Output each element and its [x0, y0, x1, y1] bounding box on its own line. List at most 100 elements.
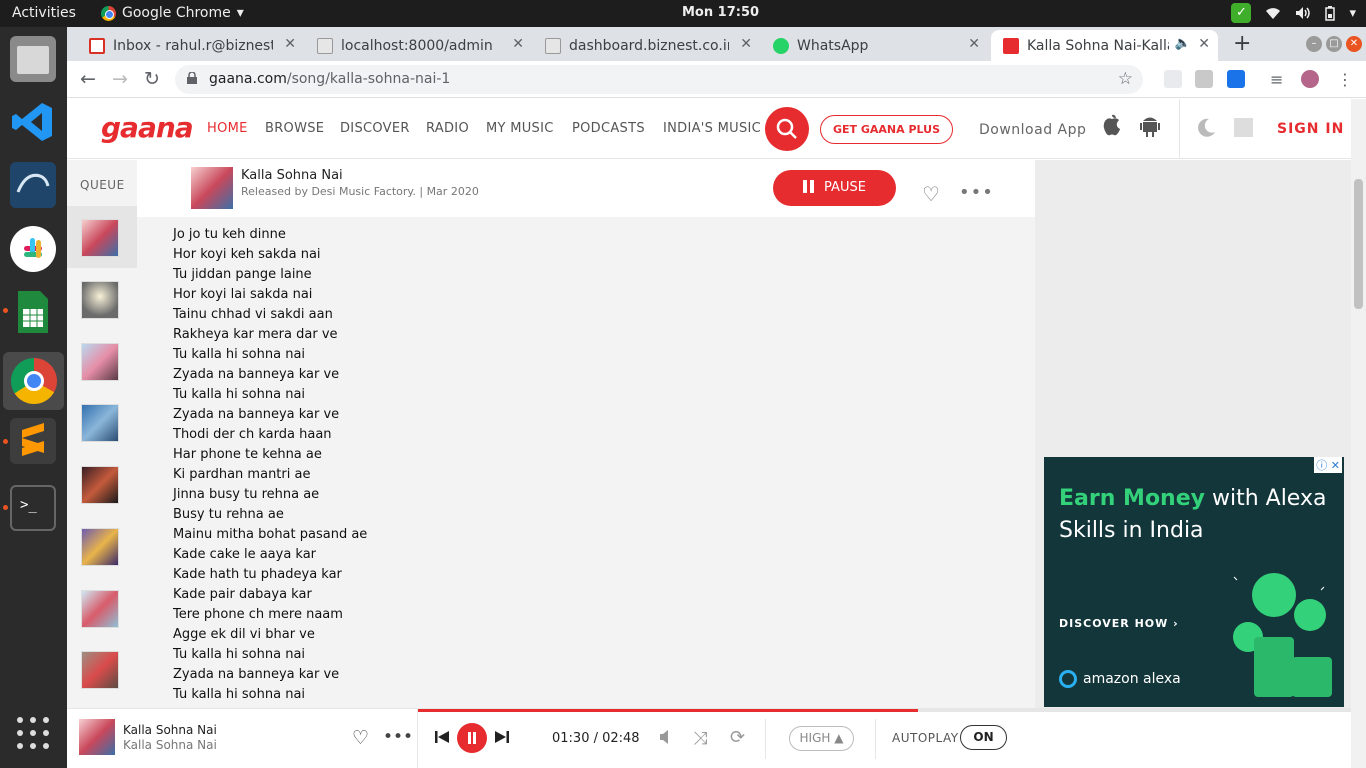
song-title[interactable]: Kalla Sohna Nai: [241, 168, 343, 183]
heart-icon[interactable]: ♡: [352, 727, 369, 749]
browser-toolbar: ← → ↻ gaana.com/song/kalla-sohna-nai-1 ☆…: [67, 61, 1366, 98]
close-icon[interactable]: ✕: [968, 36, 980, 52]
get-gaana-plus-button[interactable]: GET GAANA PLUS: [820, 115, 953, 144]
clock[interactable]: Mon 17:50: [682, 5, 759, 20]
quality-selector[interactable]: HIGH ▲: [789, 726, 854, 751]
lock-icon[interactable]: [187, 72, 197, 84]
system-menu-chevron-icon[interactable]: ▾: [1349, 6, 1356, 21]
gaana-logo[interactable]: gaana: [101, 111, 194, 144]
chrome-menu-icon[interactable]: ⋮: [1337, 70, 1355, 89]
queue-thumbnail[interactable]: [81, 651, 119, 689]
ad-info-icon[interactable]: ⓘ ✕: [1314, 457, 1342, 473]
dark-mode-icon[interactable]: [1195, 117, 1217, 139]
address-bar[interactable]: gaana.com/song/kalla-sohna-nai-1 ☆: [175, 65, 1143, 94]
volume-icon[interactable]: [1295, 6, 1311, 20]
sublime-text-app-icon[interactable]: [10, 418, 56, 464]
slack-app-icon[interactable]: [10, 226, 56, 272]
minimize-button[interactable]: –: [1306, 36, 1322, 52]
tab-dashboard[interactable]: dashboard.biznest.co.in ✕: [533, 30, 760, 61]
mysql-workbench-app-icon[interactable]: [10, 162, 56, 208]
tab-gaana[interactable]: Kalla Sohna Nai-Kalla Sohna Nai 🔈 ✕: [991, 30, 1218, 61]
close-icon[interactable]: ✕: [284, 36, 296, 52]
nav-browse[interactable]: BROWSE: [265, 121, 324, 136]
next-track-icon[interactable]: [495, 730, 509, 744]
tab-localhost-admin[interactable]: localhost:8000/admin ✕: [305, 30, 532, 61]
lyric-line: Tu kalla hi sohna nai: [173, 347, 306, 362]
pause-button[interactable]: PAUSE: [773, 170, 896, 206]
close-window-button[interactable]: ✕: [1346, 36, 1362, 52]
extension-layers-icon[interactable]: [1195, 70, 1213, 88]
url-host: gaana.com: [209, 71, 287, 87]
queue-thumbnail[interactable]: [81, 404, 119, 442]
vscode-app-icon[interactable]: [10, 99, 56, 145]
player-track-title[interactable]: Kalla Sohna Nai: [123, 723, 217, 737]
previous-track-icon[interactable]: [435, 730, 449, 744]
heart-icon[interactable]: ♡: [922, 182, 940, 206]
queue-thumbnail[interactable]: [81, 343, 119, 381]
lyric-line: Thodi der ch karda haan: [173, 427, 332, 442]
files-app-icon[interactable]: [10, 36, 56, 82]
nav-home[interactable]: HOME: [207, 121, 248, 136]
search-button[interactable]: [765, 107, 809, 151]
tab-gmail[interactable]: Inbox - rahul.r@biznest.co.in ✕: [77, 30, 304, 61]
terminal-app-icon[interactable]: >_: [10, 485, 56, 531]
repeat-icon[interactable]: ⟳: [730, 727, 745, 748]
chrome-app-icon[interactable]: [3, 352, 64, 410]
close-icon[interactable]: ✕: [1198, 36, 1210, 52]
lyric-line: Kade hath tu phadeya kar: [173, 567, 342, 582]
update-check-icon[interactable]: ✓: [1231, 3, 1252, 23]
back-button[interactable]: ←: [80, 68, 96, 90]
forward-button[interactable]: →: [112, 68, 128, 90]
shuffle-icon[interactable]: ⤨: [693, 728, 707, 749]
close-icon[interactable]: ✕: [740, 36, 752, 52]
battery-icon[interactable]: [1325, 5, 1336, 21]
whatsapp-icon: [773, 37, 789, 54]
queue-thumbnail[interactable]: [81, 590, 119, 628]
android-icon[interactable]: [1140, 114, 1160, 138]
bookmark-star-icon[interactable]: ☆: [1118, 69, 1133, 89]
new-tab-button[interactable]: +: [1233, 31, 1251, 56]
advertisement-banner[interactable]: ⓘ ✕ Earn Money with Alexa Skills in Indi…: [1044, 457, 1344, 707]
queue-thumbnail[interactable]: [81, 528, 119, 566]
nav-discover[interactable]: DISCOVER: [340, 121, 410, 136]
tab-whatsapp[interactable]: WhatsApp ✕: [761, 30, 988, 61]
close-icon[interactable]: ✕: [512, 36, 524, 52]
media-controls-icon[interactable]: ≡: [1270, 70, 1288, 89]
app-menu[interactable]: Google Chrome ▾: [101, 5, 244, 21]
page-scrollbar[interactable]: [1351, 99, 1366, 768]
maximize-button[interactable]: □: [1326, 36, 1342, 52]
player-track-subtitle[interactable]: Kalla Sohna Nai: [123, 738, 217, 752]
nav-indias-music[interactable]: INDIA'S MUSIC: [663, 121, 761, 136]
running-indicator: [3, 308, 8, 313]
reload-button[interactable]: ↻: [144, 68, 160, 90]
speaker-icon[interactable]: 🔈: [1175, 36, 1191, 51]
volume-icon[interactable]: [659, 729, 675, 745]
nav-podcasts[interactable]: PODCASTS: [572, 121, 645, 136]
lyric-line: Tainu chhad vi sakdi aan: [173, 307, 333, 322]
nav-radio[interactable]: RADIO: [426, 121, 469, 136]
language-icon[interactable]: [1234, 118, 1253, 137]
progress-bar[interactable]: [417, 709, 1351, 712]
queue-thumbnail[interactable]: [81, 219, 119, 257]
wifi-icon[interactable]: [1265, 6, 1281, 20]
lyric-line: Tere phone ch mere naam: [173, 607, 343, 622]
more-options-icon[interactable]: •••: [959, 182, 994, 203]
system-tray[interactable]: ✓ ▾: [1231, 3, 1356, 23]
queue-thumbnail[interactable]: [81, 466, 119, 504]
profile-avatar[interactable]: [1301, 70, 1319, 88]
scrollbar-thumb[interactable]: [1354, 179, 1363, 309]
queue-thumbnail[interactable]: [81, 281, 119, 319]
sign-in-link[interactable]: SIGN IN: [1277, 121, 1344, 137]
play-pause-button[interactable]: [457, 723, 487, 753]
discover-how-link[interactable]: DISCOVER HOW ›: [1059, 617, 1179, 630]
activities-button[interactable]: Activities: [12, 5, 76, 21]
more-options-icon[interactable]: •••: [383, 727, 413, 747]
queue-title[interactable]: QUEUE: [80, 178, 125, 192]
extension-s-icon[interactable]: [1227, 70, 1245, 88]
libreoffice-calc-app-icon[interactable]: [10, 289, 56, 335]
extension-pen-icon[interactable]: [1164, 70, 1182, 88]
apple-icon[interactable]: [1102, 113, 1122, 137]
nav-my-music[interactable]: MY MUSIC: [486, 121, 554, 136]
autoplay-toggle[interactable]: ON: [960, 725, 1007, 750]
show-applications-icon[interactable]: [10, 710, 56, 756]
